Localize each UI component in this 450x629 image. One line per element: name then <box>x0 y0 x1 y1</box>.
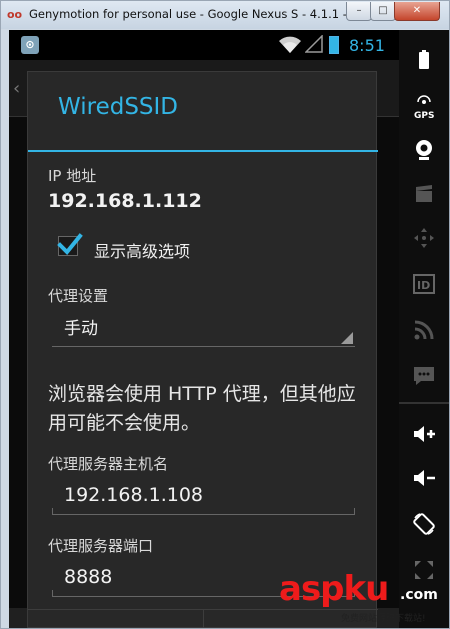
checkmark-icon <box>57 233 83 255</box>
proxy-host-input[interactable]: 192.168.1.108 <box>52 476 355 515</box>
rss-widget-button[interactable] <box>399 310 449 350</box>
scale-button[interactable] <box>399 550 449 590</box>
advanced-options-checkbox[interactable] <box>57 233 83 256</box>
volume-up-icon <box>414 426 435 442</box>
genymotion-app-icon: oo <box>7 8 23 21</box>
proxy-info-text: 浏览器会使用 HTTP 代理，但其他应用可能不会使用。 <box>48 383 356 434</box>
dialog-title: WiredSSID <box>58 94 179 120</box>
volume-down-icon <box>414 470 435 486</box>
watermark-tagline: 免费网站源码下载站! <box>341 614 426 624</box>
proxy-port-value: 8888 <box>64 566 113 588</box>
maximize-button[interactable]: □ <box>370 2 396 21</box>
status-bar: ⊙ 8:51 <box>9 30 399 60</box>
media-widget-button[interactable] <box>399 174 449 214</box>
camera-widget-button[interactable] <box>399 130 449 170</box>
scale-icon <box>415 561 433 579</box>
genymotion-sidebar: GPS ID <box>399 30 449 628</box>
close-button[interactable]: ✕ <box>394 2 440 21</box>
battery-widget-button[interactable] <box>399 40 449 80</box>
sidebar-divider <box>399 402 449 404</box>
watermark-brand: aspku <box>279 569 389 609</box>
rotate-button[interactable] <box>399 504 449 544</box>
proxy-mode-dropdown[interactable]: 手动 <box>52 304 355 347</box>
proxy-port-label: 代理服务器端口 <box>48 537 154 555</box>
id-icon: ID <box>413 274 435 294</box>
wifi-settings-dialog: WiredSSID IP 地址 192.168.1.112 显示高级选项 代理设… <box>27 71 378 628</box>
app-notification-icon: ⊙ <box>21 36 39 54</box>
dropdown-arrow-icon <box>341 332 353 344</box>
dpad-widget-button[interactable] <box>399 218 449 258</box>
gps-icon: GPS <box>414 95 434 121</box>
ip-address-label: IP 地址 <box>48 167 97 185</box>
minimize-button[interactable]: – <box>346 2 372 21</box>
proxy-host-label: 代理服务器主机名 <box>48 455 169 473</box>
wifi-icon <box>279 36 301 53</box>
volume-down-button[interactable] <box>399 458 449 498</box>
sms-widget-button[interactable] <box>399 356 449 396</box>
proxy-settings-label: 代理设置 <box>48 287 109 305</box>
device-id-widget-button[interactable]: ID <box>399 264 449 304</box>
proxy-mode-value: 手动 <box>64 319 98 339</box>
ip-address-value: 192.168.1.112 <box>48 190 202 212</box>
emulator-window: oo Genymotion for personal use - Google … <box>0 0 450 629</box>
back-chevron-icon[interactable]: ‹ <box>13 78 20 99</box>
rotate-icon <box>413 513 435 535</box>
rss-icon <box>414 320 434 340</box>
sms-icon <box>414 367 434 385</box>
clapperboard-icon <box>416 185 432 202</box>
dpad-icon <box>414 228 434 248</box>
webcam-icon <box>416 140 432 160</box>
id-label: ID <box>417 279 430 292</box>
signal-icon <box>305 35 323 53</box>
battery-widget-icon <box>419 50 429 69</box>
button-bar-divider <box>203 609 204 628</box>
proxy-host-value: 192.168.1.108 <box>64 484 204 506</box>
window-title: Genymotion for personal use - Google Nex… <box>29 7 362 21</box>
volume-up-button[interactable] <box>399 414 449 454</box>
battery-icon <box>329 36 339 54</box>
android-screen: ⊙ 8:51 ‹ WiredSSID IP 地址 192.168.1.112 显… <box>9 30 399 628</box>
gps-label: GPS <box>414 111 434 121</box>
status-time: 8:51 <box>349 36 385 55</box>
window-titlebar[interactable]: oo Genymotion for personal use - Google … <box>1 1 449 29</box>
watermark-domain: .com <box>400 587 438 603</box>
advanced-options-label[interactable]: 显示高级选项 <box>94 238 190 262</box>
gps-widget-button[interactable]: GPS <box>399 86 449 126</box>
title-divider <box>28 150 378 152</box>
